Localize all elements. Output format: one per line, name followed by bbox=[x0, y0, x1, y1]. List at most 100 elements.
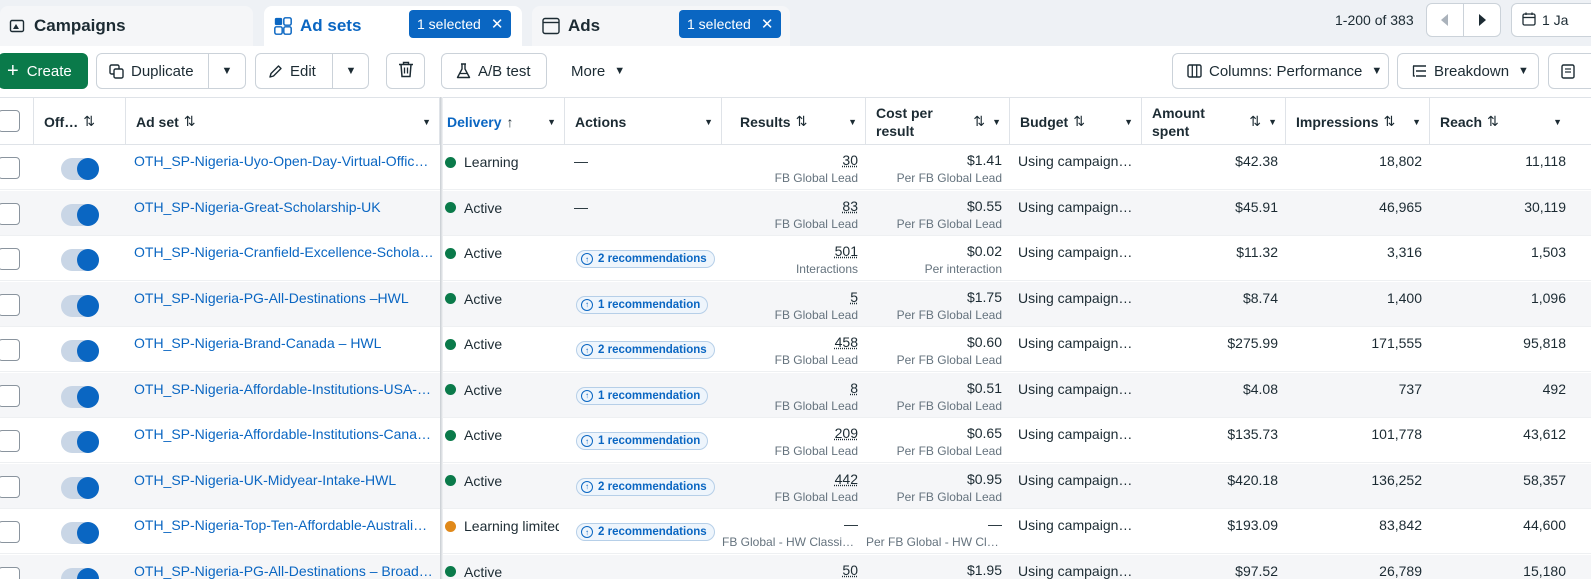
reports-button[interactable] bbox=[1548, 53, 1591, 89]
sort-ascending-icon[interactable]: ↑ bbox=[506, 114, 513, 130]
sort-icon[interactable]: ⇅ bbox=[1073, 113, 1085, 130]
column-header-delivery[interactable]: Delivery ↑ ▼ bbox=[443, 98, 565, 145]
row-checkbox[interactable] bbox=[0, 430, 20, 452]
recommendations-badge[interactable]: ↑ 2 recommendations bbox=[576, 477, 715, 496]
row-checkbox[interactable] bbox=[0, 293, 20, 316]
edit-menu-caret-icon[interactable]: ▼ bbox=[332, 54, 370, 88]
table-row[interactable]: OTH_SP-Nigeria-UK-Midyear-Intake-HWL Acti… bbox=[0, 463, 1591, 509]
results-value[interactable]: 501 bbox=[835, 243, 858, 259]
next-page-button[interactable] bbox=[1463, 3, 1501, 37]
column-menu-caret-icon[interactable]: ▼ bbox=[992, 117, 1001, 127]
ad-set-name-link[interactable]: OTH_SP-Nigeria-PG-All-Destinations –HWL bbox=[134, 290, 434, 310]
column-header-cost-per-result[interactable]: Cost per result ⇅ ▼ bbox=[866, 98, 1010, 145]
recommendations-badge[interactable]: ↑ 2 recommendations bbox=[576, 341, 715, 359]
tab-campaigns[interactable]: Campaigns bbox=[0, 6, 253, 46]
table-row[interactable]: OTH_SP-Nigeria-Great-Scholarship-UK Activ… bbox=[0, 190, 1591, 236]
ad-sets-selected-badge[interactable]: 1 selected ✕ bbox=[409, 10, 512, 38]
sort-icon[interactable]: ⇅ bbox=[83, 113, 95, 130]
results-value[interactable]: 209 bbox=[835, 425, 858, 441]
clear-selection-icon[interactable]: ✕ bbox=[491, 15, 504, 33]
recommendations-badge[interactable]: ↑ 1 recommendation bbox=[576, 295, 709, 314]
ad-set-name-link[interactable]: OTH_SP-Nigeria-Cranfield-Excellence-Scho… bbox=[134, 244, 434, 264]
row-checkbox[interactable] bbox=[0, 202, 20, 225]
table-row[interactable]: OTH_SP-Nigeria-Top-Ten-Affordable-Austra… bbox=[0, 509, 1591, 554]
ad-set-name-link[interactable]: OTH_SP-Nigeria-UK-Midyear-Intake-HWL bbox=[134, 472, 434, 492]
column-menu-caret-icon[interactable]: ▼ bbox=[1412, 117, 1421, 127]
clear-selection-icon[interactable]: ✕ bbox=[761, 15, 774, 33]
previous-page-button[interactable] bbox=[1426, 3, 1464, 37]
table-row[interactable]: OTH_SP-Nigeria-Brand-Canada – HWL Active ↑… bbox=[0, 327, 1591, 372]
ad-set-name-link[interactable]: OTH_SP-Nigeria-Brand-Canada – HWL bbox=[134, 335, 434, 355]
table-row[interactable]: OTH_SP-Nigeria-Cranfield-Excellence-Scho… bbox=[0, 236, 1591, 281]
more-button[interactable]: More ▼ bbox=[558, 53, 638, 89]
on-off-toggle[interactable] bbox=[61, 476, 99, 499]
on-off-toggle[interactable] bbox=[61, 294, 99, 317]
ab-test-button[interactable]: A/B test bbox=[441, 53, 547, 89]
results-value[interactable]: 5 bbox=[850, 289, 858, 305]
sort-icon[interactable]: ⇅ bbox=[1249, 113, 1261, 130]
on-off-toggle[interactable] bbox=[61, 158, 99, 180]
duplicate-menu-caret-icon[interactable]: ▼ bbox=[208, 54, 246, 88]
column-header-budget[interactable]: Budget ⇅ ▼ bbox=[1010, 98, 1142, 145]
tab-ad-sets[interactable]: Ad sets 1 selected ✕ bbox=[264, 6, 522, 46]
columns-button[interactable]: Columns: Performance ▼ bbox=[1172, 53, 1389, 89]
row-checkbox[interactable] bbox=[0, 521, 20, 543]
column-header-actions[interactable]: Actions ▼ bbox=[565, 98, 722, 145]
on-off-toggle[interactable] bbox=[61, 522, 99, 544]
results-value[interactable]: 442 bbox=[835, 471, 858, 487]
tab-ads[interactable]: Ads 1 selected ✕ bbox=[532, 6, 790, 46]
on-off-toggle[interactable] bbox=[61, 340, 99, 362]
column-menu-caret-icon[interactable]: ▼ bbox=[422, 117, 431, 127]
column-header-ad-set[interactable]: Ad set ⇅ ▼ bbox=[126, 98, 440, 145]
results-value[interactable]: 30 bbox=[842, 152, 858, 168]
row-checkbox[interactable] bbox=[0, 384, 20, 407]
results-value[interactable]: 458 bbox=[835, 334, 858, 350]
column-header-off-on[interactable]: Off… ⇅ bbox=[34, 98, 126, 145]
column-menu-caret-icon[interactable]: ▼ bbox=[704, 117, 713, 127]
column-header-reach[interactable]: Reach ⇅ ▼ bbox=[1430, 98, 1580, 145]
ad-set-name-link[interactable]: OTH_SP-Nigeria-PG-All-Destinations – Bro… bbox=[134, 563, 434, 579]
on-off-toggle[interactable] bbox=[61, 385, 99, 408]
table-row[interactable]: OTH_SP-Nigeria-PG-All-Destinations – Bro… bbox=[0, 554, 1591, 579]
results-value[interactable]: 50 bbox=[842, 562, 858, 578]
create-button[interactable]: + Create bbox=[0, 53, 88, 89]
sort-icon[interactable]: ⇅ bbox=[796, 113, 808, 130]
edit-button[interactable]: Edit ▼ bbox=[255, 53, 369, 89]
column-menu-caret-icon[interactable]: ▼ bbox=[1553, 117, 1562, 127]
ad-set-name-link[interactable]: OTH_SP-Nigeria-Great-Scholarship-UK bbox=[134, 199, 434, 219]
duplicate-button[interactable]: Duplicate ▼ bbox=[96, 53, 246, 89]
recommendations-badge[interactable]: ↑ 1 recommendation bbox=[576, 386, 709, 405]
column-header-impressions[interactable]: Impressions ⇅ ▼ bbox=[1286, 98, 1430, 145]
row-checkbox[interactable] bbox=[0, 339, 20, 361]
row-checkbox[interactable] bbox=[0, 157, 20, 179]
ad-set-name-link[interactable]: OTH_SP-Nigeria-Top-Ten-Affordable-Austra… bbox=[134, 517, 434, 537]
row-checkbox[interactable] bbox=[0, 566, 20, 579]
breakdown-button[interactable]: Breakdown ▼ bbox=[1397, 53, 1539, 89]
delete-button[interactable] bbox=[386, 53, 425, 89]
select-all-checkbox[interactable] bbox=[0, 110, 20, 132]
on-off-toggle[interactable] bbox=[61, 249, 99, 271]
table-row[interactable]: OTH_SP-Nigeria-Uyo-Open-Day-Virtual-Offi… bbox=[0, 145, 1591, 190]
sort-icon[interactable]: ⇅ bbox=[1383, 113, 1395, 130]
row-checkbox[interactable] bbox=[0, 475, 20, 498]
column-header-results[interactable]: Results ⇅ ▼ bbox=[722, 98, 866, 145]
column-menu-caret-icon[interactable]: ▼ bbox=[848, 117, 857, 127]
results-value[interactable]: 8 bbox=[850, 380, 858, 396]
date-range-button[interactable]: 1 Ja bbox=[1511, 3, 1591, 37]
ads-selected-badge[interactable]: 1 selected ✕ bbox=[679, 10, 782, 38]
column-menu-caret-icon[interactable]: ▼ bbox=[1124, 117, 1133, 127]
recommendations-badge[interactable]: ↑ 2 recommendations bbox=[576, 250, 715, 268]
on-off-toggle[interactable] bbox=[61, 567, 99, 579]
table-row[interactable]: OTH_SP-Nigeria-PG-All-Destinations –HWL A… bbox=[0, 281, 1591, 327]
on-off-toggle[interactable] bbox=[61, 203, 99, 226]
recommendations-badge[interactable]: ↑ 1 recommendation bbox=[576, 432, 709, 450]
results-value[interactable]: 83 bbox=[842, 198, 858, 214]
recommendations-badge[interactable]: ↑ 2 recommendations bbox=[576, 523, 715, 541]
sort-icon[interactable]: ⇅ bbox=[184, 113, 196, 130]
ad-set-name-link[interactable]: OTH_SP-Nigeria-Affordable-Institutions-C… bbox=[134, 426, 434, 446]
column-header-amount-spent[interactable]: Amount spent ⇅ ▼ bbox=[1142, 98, 1286, 145]
column-menu-caret-icon[interactable]: ▼ bbox=[1268, 117, 1277, 127]
row-checkbox[interactable] bbox=[0, 248, 20, 270]
ad-set-name-link[interactable]: OTH_SP-Nigeria-Uyo-Open-Day-Virtual-Offi… bbox=[134, 153, 434, 173]
table-row[interactable]: OTH_SP-Nigeria-Affordable-Institutions-C… bbox=[0, 418, 1591, 463]
